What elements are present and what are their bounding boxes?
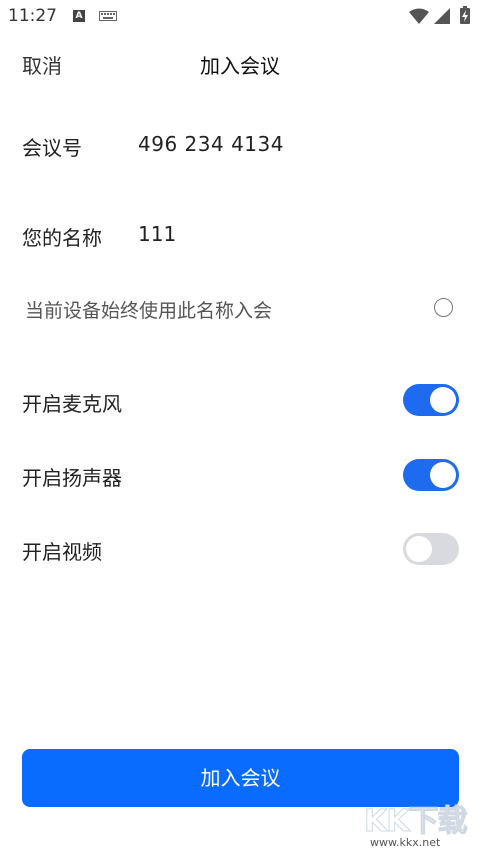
signal-icon xyxy=(434,8,450,24)
watermark-logo: KK下载 xyxy=(364,804,468,840)
meeting-number-value: 496 234 4134 xyxy=(138,132,284,156)
microphone-label: 开启麦克风 xyxy=(22,392,122,416)
name-input[interactable] xyxy=(138,218,438,250)
speaker-label: 开启扬声器 xyxy=(22,466,122,490)
a-notification-icon: A xyxy=(73,10,85,22)
keyboard-icon xyxy=(99,11,117,21)
battery-icon xyxy=(460,6,470,24)
page-title: 加入会议 xyxy=(200,54,280,78)
toggle-knob xyxy=(430,387,456,413)
status-bar: 11:27 A xyxy=(0,0,480,34)
speaker-toggle[interactable] xyxy=(403,459,459,491)
wifi-icon xyxy=(409,8,429,24)
remember-name-label: 当前设备始终使用此名称入会 xyxy=(25,300,273,322)
toggle-knob xyxy=(430,462,456,488)
remember-name-radio[interactable] xyxy=(434,298,453,317)
meeting-number-label: 会议号 xyxy=(22,136,82,160)
microphone-toggle[interactable] xyxy=(403,384,459,416)
watermark: KK下载 www.kkx.net xyxy=(364,796,480,853)
toggle-knob xyxy=(406,536,432,562)
video-label: 开启视频 xyxy=(22,540,102,564)
header: 取消 加入会议 xyxy=(0,40,480,84)
watermark-url: www.kkx.net xyxy=(370,836,441,849)
video-toggle[interactable] xyxy=(403,533,459,565)
name-label: 您的名称 xyxy=(22,226,102,250)
status-time: 11:27 xyxy=(8,6,57,26)
